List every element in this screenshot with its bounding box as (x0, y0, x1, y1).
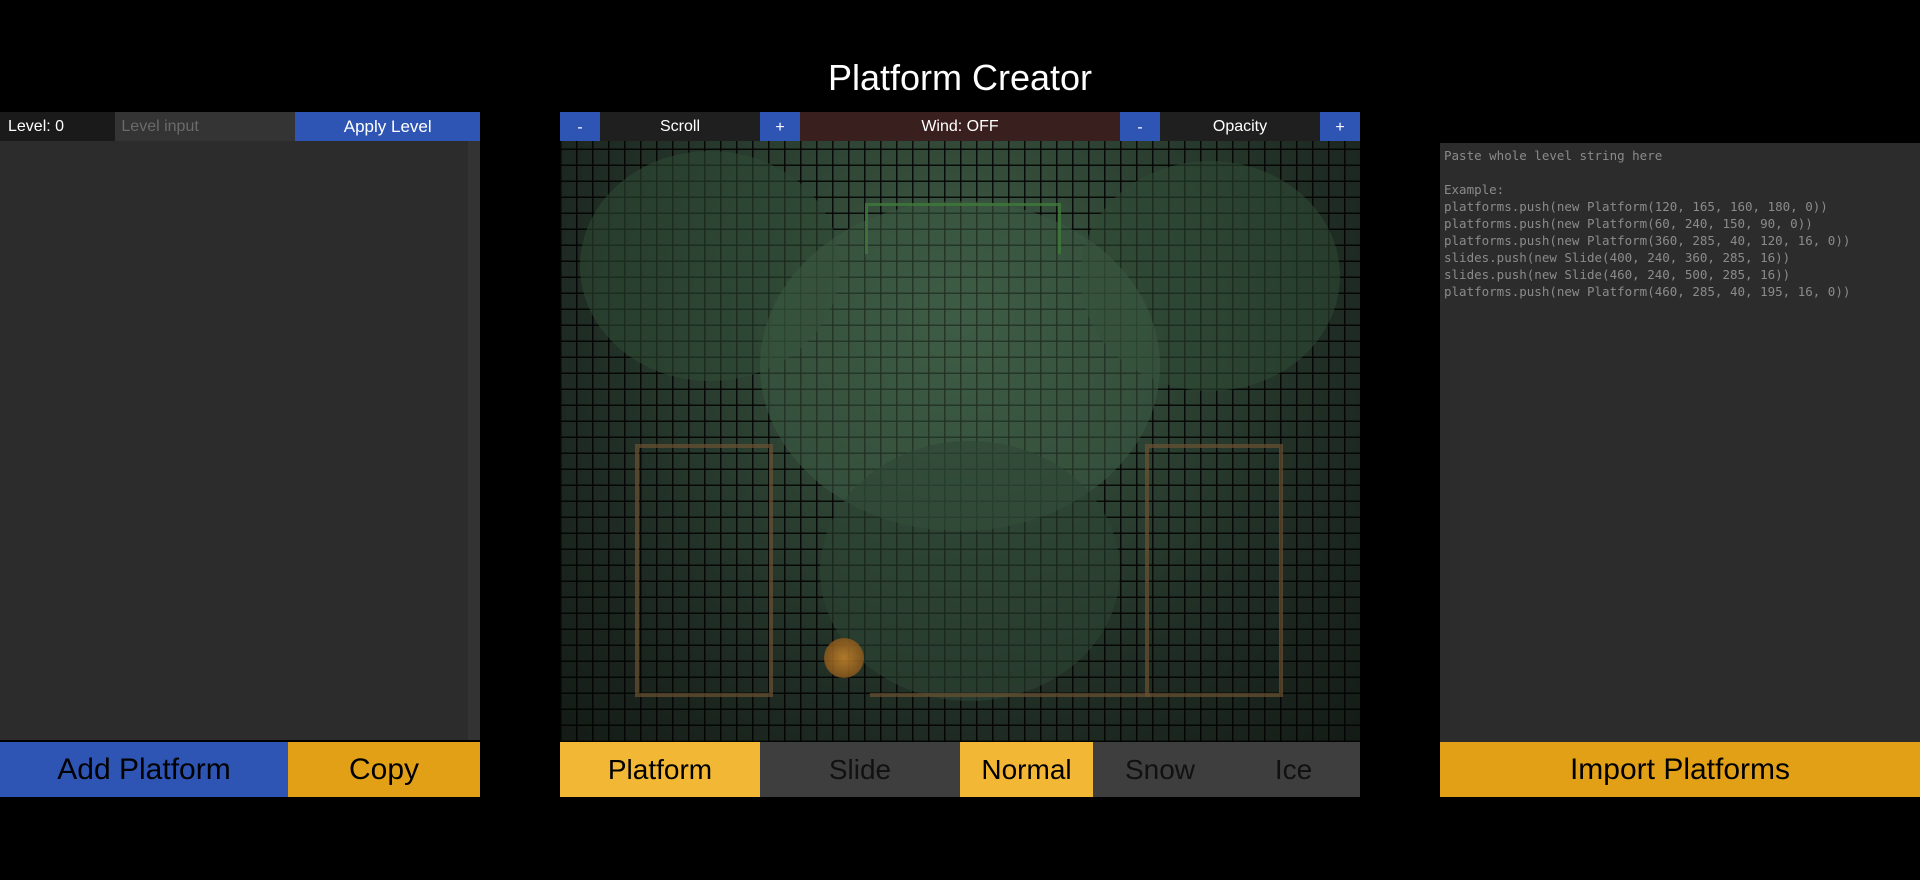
level-input[interactable] (115, 112, 296, 141)
level-string-input[interactable] (1440, 143, 1920, 742)
tab-slide[interactable]: Slide (760, 742, 960, 797)
level-bar: Level: 0 Apply Level (0, 112, 480, 141)
tab-snow[interactable]: Snow (1093, 742, 1227, 797)
copy-button[interactable]: Copy (288, 742, 480, 797)
editor-controls: - Scroll + Wind: OFF - Opacity + (560, 112, 1360, 141)
level-label: Level: 0 (0, 112, 116, 141)
tab-ice[interactable]: Ice (1227, 742, 1360, 797)
opacity-minus-button[interactable]: - (1120, 112, 1160, 141)
editor-panel: - Scroll + Wind: OFF - Opacity + Platfor… (560, 112, 1360, 797)
apply-level-button[interactable]: Apply Level (295, 112, 480, 141)
scroll-plus-button[interactable]: + (760, 112, 800, 141)
platform-list[interactable] (0, 141, 480, 740)
add-platform-button[interactable]: Add Platform (0, 742, 288, 797)
opacity-label: Opacity (1160, 112, 1320, 141)
page-title: Platform Creator (827, 57, 1093, 98)
wind-toggle[interactable]: Wind: OFF (800, 112, 1120, 141)
level-canvas[interactable] (560, 141, 1360, 742)
level-panel: Level: 0 Apply Level Add Platform Copy (0, 112, 480, 797)
import-panel: Import Platforms (1440, 143, 1920, 797)
platform-type-tabs: Platform Slide Normal Snow Ice (560, 742, 1360, 797)
scroll-minus-button[interactable]: - (560, 112, 600, 141)
import-platforms-button[interactable]: Import Platforms (1440, 742, 1920, 797)
tab-normal[interactable]: Normal (960, 742, 1093, 797)
opacity-plus-button[interactable]: + (1320, 112, 1360, 141)
platform-list-scrollbar[interactable] (468, 141, 480, 740)
tab-platform[interactable]: Platform (560, 742, 760, 797)
level-actions: Add Platform Copy (0, 742, 480, 797)
level-background-image (560, 141, 1360, 742)
scroll-label: Scroll (600, 112, 760, 141)
